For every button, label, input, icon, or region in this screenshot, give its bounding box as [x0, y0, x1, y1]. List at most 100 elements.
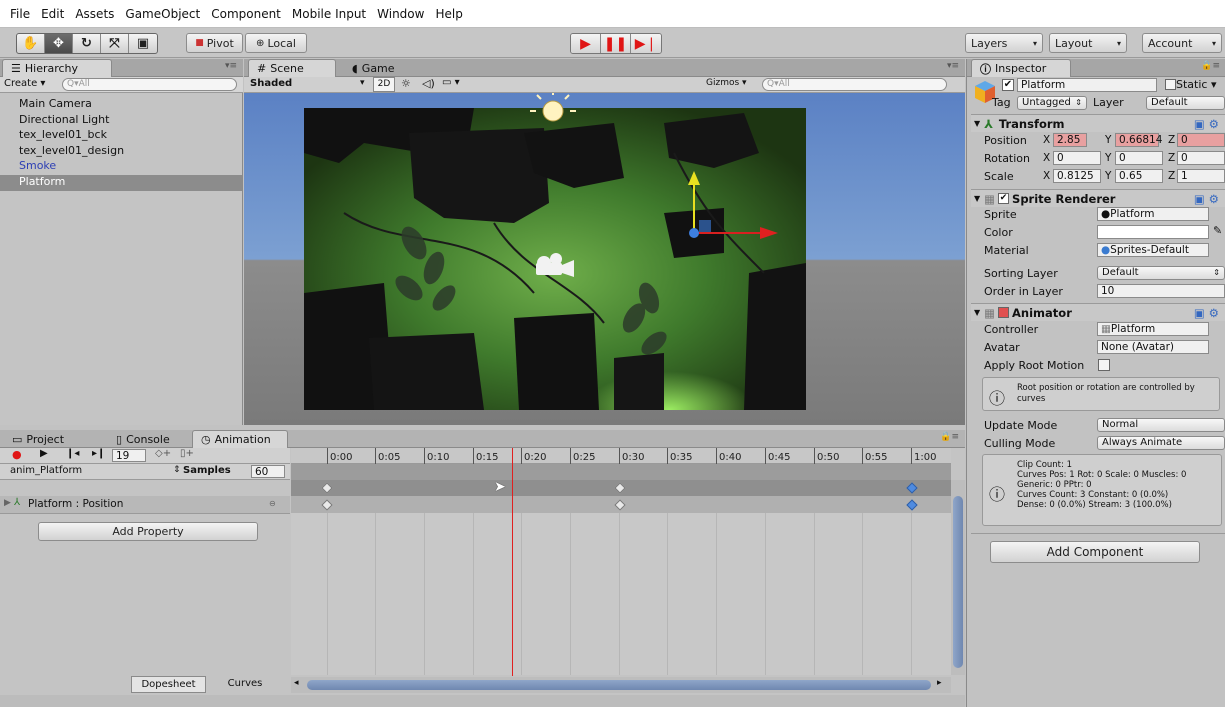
create-dropdown[interactable]: Create ▾: [4, 78, 45, 89]
image-icon[interactable]: ▭ ▾: [442, 77, 460, 88]
foldout-icon[interactable]: ▶: [4, 498, 11, 508]
gizmos-dropdown[interactable]: Gizmos ▾: [706, 78, 747, 88]
menu-mobile-input[interactable]: Mobile Input: [292, 7, 366, 21]
curves-button[interactable]: Curves: [210, 676, 280, 693]
sun-icon[interactable]: ☼: [401, 77, 411, 90]
sprite-renderer-header[interactable]: ▼ ▦ ✔ Sprite Renderer ▣ ⚙: [971, 189, 1225, 207]
timeline-ruler[interactable]: 0:00 0:05 0:10 0:15 0:20 0:25 0:30 0:35 …: [291, 448, 951, 466]
settings-icon[interactable]: ▣ ⚙: [1194, 192, 1219, 206]
play-icon[interactable]: ▶: [571, 34, 601, 53]
list-item[interactable]: tex_level01_bck: [0, 128, 242, 144]
avatar-field[interactable]: None (Avatar): [1097, 340, 1209, 354]
scroll-thumb[interactable]: [953, 496, 963, 668]
record-icon[interactable]: ●: [12, 448, 22, 461]
layers-dropdown[interactable]: Layers ▾: [965, 33, 1043, 53]
list-item[interactable]: Directional Light: [0, 113, 242, 129]
add-property-button[interactable]: Add Property: [38, 522, 258, 541]
scale-x-field[interactable]: 0.8125: [1053, 169, 1101, 183]
add-component-button[interactable]: Add Component: [990, 541, 1200, 563]
tab-console[interactable]: ▯ Console: [108, 430, 190, 448]
static-toggle[interactable]: Static ▾: [1165, 78, 1216, 91]
list-item[interactable]: Main Camera: [0, 97, 242, 113]
transform-header[interactable]: ▼ ⅄ Transform ▣ ⚙: [971, 114, 1225, 132]
rect-icon[interactable]: ▣: [129, 34, 157, 53]
menu-help[interactable]: Help: [435, 7, 462, 21]
enabled-checkbox[interactable]: [998, 307, 1010, 318]
position-x-field[interactable]: 2.85: [1053, 133, 1087, 147]
tag-dropdown[interactable]: Untagged ⇕: [1017, 96, 1087, 110]
pivot-button[interactable]: ■ Pivot: [186, 33, 243, 53]
menu-component[interactable]: Component: [211, 7, 281, 21]
scene-search-input[interactable]: Q▾All: [762, 78, 947, 91]
list-item[interactable]: Smoke: [0, 159, 242, 175]
tab-animation[interactable]: ◷ Animation: [192, 430, 288, 448]
vertical-scrollbar[interactable]: [951, 480, 965, 675]
playhead[interactable]: [512, 448, 513, 676]
rotation-x-field[interactable]: 0: [1053, 151, 1101, 165]
tab-project[interactable]: ▭ Project: [4, 430, 104, 448]
object-name-field[interactable]: Platform: [1017, 78, 1157, 92]
scene-viewport[interactable]: [244, 93, 965, 425]
menu-file[interactable]: File: [10, 7, 30, 21]
keyframe-grid[interactable]: [291, 513, 951, 675]
panel-menu-icon[interactable]: ▾≡: [947, 61, 959, 71]
menu-edit[interactable]: Edit: [41, 7, 64, 21]
scroll-thumb[interactable]: [307, 680, 931, 690]
material-field[interactable]: ●Sprites-Default: [1097, 243, 1209, 257]
add-event-icon[interactable]: ▯+: [180, 448, 194, 459]
animator-header[interactable]: ▼ ▦ Animator ▣ ⚙: [971, 303, 1225, 321]
account-dropdown[interactable]: Account ▾: [1142, 33, 1222, 53]
rotation-z-field[interactable]: 0: [1177, 151, 1225, 165]
settings-icon[interactable]: ▣ ⚙: [1194, 306, 1219, 320]
move-icon[interactable]: ✥: [45, 34, 73, 53]
play-icon[interactable]: ▶: [40, 448, 48, 459]
scroll-left-icon[interactable]: ◂: [294, 678, 299, 688]
hierarchy-search-input[interactable]: Q▾All: [62, 78, 237, 91]
clip-dropdown[interactable]: anim_Platform: [10, 465, 82, 476]
color-swatch[interactable]: [1097, 225, 1209, 239]
order-in-layer-field[interactable]: 10: [1097, 284, 1225, 298]
menu-window[interactable]: Window: [377, 7, 424, 21]
position-z-field[interactable]: 0: [1177, 133, 1225, 147]
layer-dropdown[interactable]: Default: [1146, 96, 1225, 110]
menu-assets[interactable]: Assets: [75, 7, 114, 21]
audio-icon[interactable]: ◁): [422, 77, 435, 90]
step-icon[interactable]: ▶❘: [631, 34, 661, 53]
apply-root-motion-checkbox[interactable]: [1098, 359, 1110, 371]
culling-mode-dropdown[interactable]: Always Animate: [1097, 436, 1225, 450]
settings-icon[interactable]: ▣ ⚙: [1194, 117, 1219, 131]
update-mode-dropdown[interactable]: Normal: [1097, 418, 1225, 432]
event-row[interactable]: [291, 464, 951, 480]
scroll-right-icon[interactable]: ▸: [937, 678, 942, 688]
tab-game[interactable]: ◖ Game: [344, 59, 414, 77]
menu-gameobject[interactable]: GameObject: [125, 7, 200, 21]
horizontal-scrollbar[interactable]: ◂ ▸: [291, 677, 951, 693]
position-y-field[interactable]: 0.66814: [1115, 133, 1162, 147]
samples-field[interactable]: 60: [251, 465, 285, 478]
pause-icon[interactable]: ❚❚: [601, 34, 631, 53]
rotation-y-field[interactable]: 0: [1115, 151, 1163, 165]
next-keyframe-icon[interactable]: ▸❙: [92, 448, 105, 459]
property-row[interactable]: ▶ ⅄ Platform : Position ⊖: [0, 496, 290, 514]
list-item[interactable]: tex_level01_design: [0, 144, 242, 160]
tab-scene[interactable]: # Scene: [248, 59, 336, 77]
property-toggle-icon[interactable]: ⊖: [269, 499, 276, 508]
prev-keyframe-icon[interactable]: ❙◂: [66, 448, 79, 459]
mode-2d-button[interactable]: 2D: [373, 77, 395, 92]
rotate-icon[interactable]: ↻: [73, 34, 101, 53]
list-item[interactable]: Platform: [0, 174, 242, 191]
tab-inspector[interactable]: ⓘ Inspector: [971, 59, 1071, 77]
local-button[interactable]: ⊕ Local: [245, 33, 307, 53]
active-checkbox[interactable]: ✔: [1002, 79, 1014, 91]
sprite-field[interactable]: ●Platform: [1097, 207, 1209, 221]
eyedropper-icon[interactable]: ✎: [1213, 224, 1222, 237]
controller-field[interactable]: ▦Platform: [1097, 322, 1209, 336]
tab-hierarchy[interactable]: ☰ Hierarchy: [2, 59, 112, 77]
layout-dropdown[interactable]: Layout ▾: [1049, 33, 1127, 53]
scale-y-field[interactable]: 0.65: [1115, 169, 1163, 183]
add-keyframe-icon[interactable]: ◇+: [155, 448, 171, 459]
dopesheet-button[interactable]: Dopesheet: [131, 676, 206, 693]
frame-field[interactable]: 19: [112, 449, 146, 462]
sorting-layer-dropdown[interactable]: Default ⇕: [1097, 266, 1225, 280]
enabled-checkbox[interactable]: ✔: [998, 193, 1010, 204]
